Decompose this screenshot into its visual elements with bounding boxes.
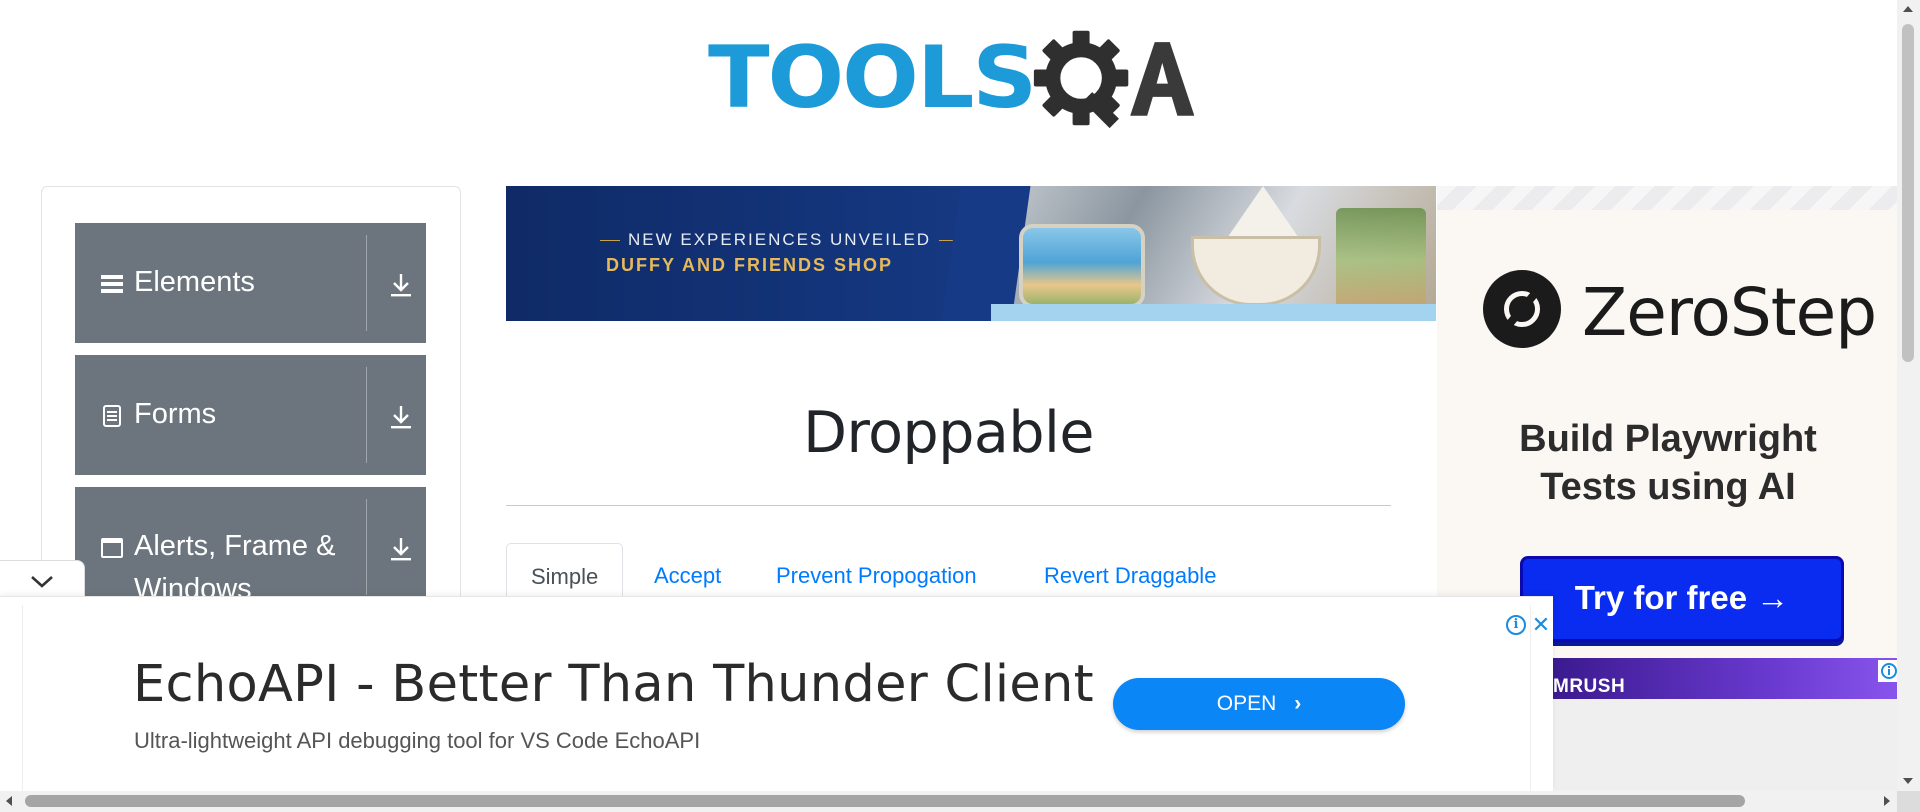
try-for-free-button[interactable]: Try for free → — [1520, 556, 1844, 642]
right-sidebar-ad[interactable]: ZeroStep Build Playwright Tests using AI… — [1437, 186, 1920, 660]
tab-accept[interactable]: Accept — [654, 543, 721, 603]
scroll-up-arrow-icon[interactable] — [1903, 6, 1913, 12]
chevron-right-icon: › — [1294, 692, 1302, 715]
logo-text-tools: TOOLS — [708, 28, 1037, 128]
banner-shop-image — [941, 186, 1436, 321]
ad-brand: ZeroStep — [1582, 274, 1877, 351]
nav-group-alerts[interactable]: Alerts, Frame & Windows — [75, 487, 426, 607]
nav-group-label: Elements — [134, 266, 255, 298]
divider — [366, 235, 367, 331]
tab-simple[interactable]: Simple — [506, 543, 624, 603]
page: TOOLS Elements Forms Alerts, Frame & Win… — [0, 0, 1920, 812]
tab-prevent-propogation[interactable]: Prevent Propogation — [776, 543, 977, 603]
hamburger-icon — [101, 275, 123, 293]
download-icon[interactable] — [389, 535, 413, 563]
divider — [366, 367, 367, 463]
nav-group-elements[interactable]: Elements — [75, 223, 426, 343]
open-button[interactable]: OPEN › — [1113, 678, 1405, 730]
ad-frame: EchoAPI - Better Than Thunder Client Ult… — [22, 605, 1550, 792]
close-icon[interactable]: ✕ — [1530, 614, 1552, 636]
gear-magnifier-icon — [1033, 30, 1194, 129]
bottom-anchor-ad[interactable]: EchoAPI - Better Than Thunder Client Ult… — [0, 596, 1553, 792]
download-icon[interactable] — [389, 271, 413, 299]
top-banner-ad[interactable]: NEW EXPERIENCES UNVEILED DUFFY AND FRIEN… — [506, 186, 1436, 321]
ad-area — [1553, 699, 1920, 791]
nav-group-label: Forms — [134, 398, 217, 430]
scrollbar-corner — [1897, 791, 1920, 812]
scroll-thumb[interactable] — [1902, 24, 1914, 362]
banner-kicker: NEW EXPERIENCES UNVEILED — [592, 230, 967, 250]
ad-title[interactable]: EchoAPI - Better Than Thunder Client — [133, 655, 1094, 714]
document-icon — [103, 405, 121, 427]
page-title: Droppable — [803, 400, 1094, 466]
ad-description: Ultra-lightweight API debugging tool for… — [134, 728, 701, 753]
toolsqa-logo[interactable]: TOOLS — [708, 22, 1194, 134]
scroll-right-arrow-icon[interactable] — [1884, 796, 1890, 806]
nav-group-forms[interactable]: Forms — [75, 355, 426, 475]
ad-tagline: Build Playwright Tests using AI — [1519, 418, 1817, 508]
scroll-left-arrow-icon[interactable] — [6, 796, 12, 806]
zerostep-ad-card: ZeroStep Build Playwright Tests using AI… — [1437, 210, 1899, 660]
zerostep-logo-icon — [1483, 270, 1561, 348]
semrush-ad[interactable]: MRUSH — [1553, 658, 1920, 699]
scroll-thumb[interactable] — [25, 795, 1745, 807]
scroll-down-arrow-icon[interactable] — [1903, 778, 1913, 784]
collapse-ad-toggle[interactable] — [0, 560, 85, 600]
divider — [366, 499, 367, 595]
ad-brand: MRUSH — [1553, 676, 1626, 697]
ad-background-pattern — [1437, 186, 1920, 210]
ad-info-icon[interactable]: i — [1506, 615, 1526, 635]
window-icon — [101, 538, 123, 558]
horizontal-scrollbar[interactable] — [0, 791, 1920, 812]
banner-headline: DUFFY AND FRIENDS SHOP — [606, 255, 894, 275]
chevron-down-icon — [31, 576, 53, 588]
tab-revert-draggable[interactable]: Revert Draggable — [1044, 543, 1216, 603]
download-icon[interactable] — [389, 403, 413, 431]
vertical-scrollbar[interactable] — [1897, 0, 1920, 791]
title-divider — [506, 505, 1391, 506]
